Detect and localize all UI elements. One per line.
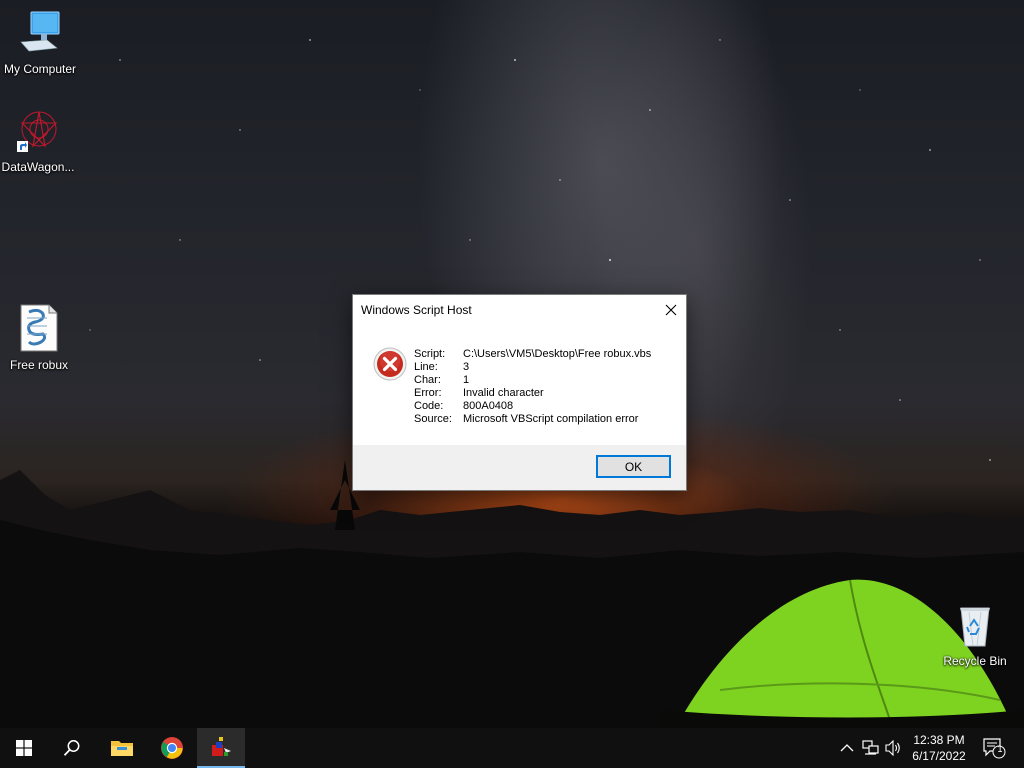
detail-value: 800A0408: [463, 400, 514, 412]
taskbar-clock[interactable]: 12:38 PM 6/17/2022: [906, 732, 972, 764]
detail-row-line: Line: 3: [414, 361, 651, 374]
desktop-icon-label: DataWagon...: [1, 160, 75, 174]
taskbar: 12:38 PM 6/17/2022 1: [0, 728, 1024, 768]
close-button[interactable]: [656, 295, 686, 324]
search-icon: [63, 740, 80, 756]
clock-date: 6/17/2022: [912, 749, 966, 763]
detail-row-code: Code: 800A0408: [414, 400, 651, 413]
desktop-icon-label: Free robux: [9, 358, 69, 372]
file-explorer-icon: [111, 741, 133, 756]
error-details: Script: C:\Users\VM5\Desktop\Free robux.…: [414, 348, 651, 426]
taskbar-app-button[interactable]: [197, 728, 245, 768]
detail-value: Invalid character: [463, 387, 544, 399]
detail-key: Char:: [414, 374, 441, 386]
desktop-icon-my-computer[interactable]: My Computer: [0, 10, 80, 76]
chrome-icon: [161, 737, 183, 759]
desktop-icon-free-robux[interactable]: Free robux: [0, 304, 79, 372]
dialog-title: Windows Script Host: [361, 303, 472, 317]
chrome-button[interactable]: [148, 728, 196, 768]
script-host-dialog: Windows Script Host Script: C:\Users\VM5…: [352, 294, 687, 491]
action-center-button[interactable]: 1: [982, 738, 1006, 759]
dialog-body: Script: C:\Users\VM5\Desktop\Free robux.…: [353, 325, 686, 445]
detail-key: Code:: [414, 400, 444, 412]
file-explorer-button[interactable]: [98, 728, 146, 768]
detail-value: C:\Users\VM5\Desktop\Free robux.vbs: [463, 348, 652, 360]
volume-icon: [885, 740, 900, 756]
search-button[interactable]: [48, 728, 96, 768]
desktop-icon-label: My Computer: [3, 62, 77, 76]
detail-key: Source:: [414, 413, 452, 425]
dialog-titlebar[interactable]: Windows Script Host: [353, 295, 686, 325]
shortcut-icon: [0, 108, 78, 157]
detail-row-source: Source: Microsoft VBScript compilation e…: [414, 413, 651, 426]
start-button[interactable]: [0, 728, 48, 768]
network-icon: [862, 740, 879, 755]
app-icon: [212, 737, 231, 756]
windows-start-icon: [16, 740, 32, 756]
volume-button[interactable]: [884, 738, 904, 758]
clock-time: 12:38 PM: [913, 733, 965, 747]
desktop-icon-datawagon[interactable]: DataWagon...: [0, 108, 78, 174]
detail-key: Error:: [414, 387, 442, 399]
desktop-icon-label: Recycle Bin: [943, 654, 1007, 668]
error-icon: [373, 347, 407, 386]
detail-row-char: Char: 1: [414, 374, 651, 387]
network-button[interactable]: [861, 738, 881, 758]
detail-value: Microsoft VBScript compilation error: [463, 413, 639, 425]
recycle-bin-icon: [935, 602, 1015, 651]
detail-row-error: Error: Invalid character: [414, 387, 651, 400]
show-hidden-icons-button[interactable]: [837, 738, 857, 758]
detail-key: Script:: [414, 348, 446, 360]
ok-button[interactable]: OK: [596, 455, 671, 478]
desktop-icon-recycle-bin[interactable]: Recycle Bin: [935, 602, 1015, 668]
detail-key: Line:: [414, 361, 438, 373]
detail-value: 3: [463, 361, 470, 373]
close-icon: [665, 304, 677, 315]
vbs-script-icon: [0, 304, 79, 355]
detail-row-script: Script: C:\Users\VM5\Desktop\Free robux.…: [414, 348, 651, 361]
dialog-footer: OK: [353, 445, 686, 490]
chevron-up-icon: [840, 744, 854, 752]
notification-count: 1: [997, 744, 1003, 754]
monitor-icon: [0, 10, 80, 59]
detail-value: 1: [463, 374, 470, 386]
